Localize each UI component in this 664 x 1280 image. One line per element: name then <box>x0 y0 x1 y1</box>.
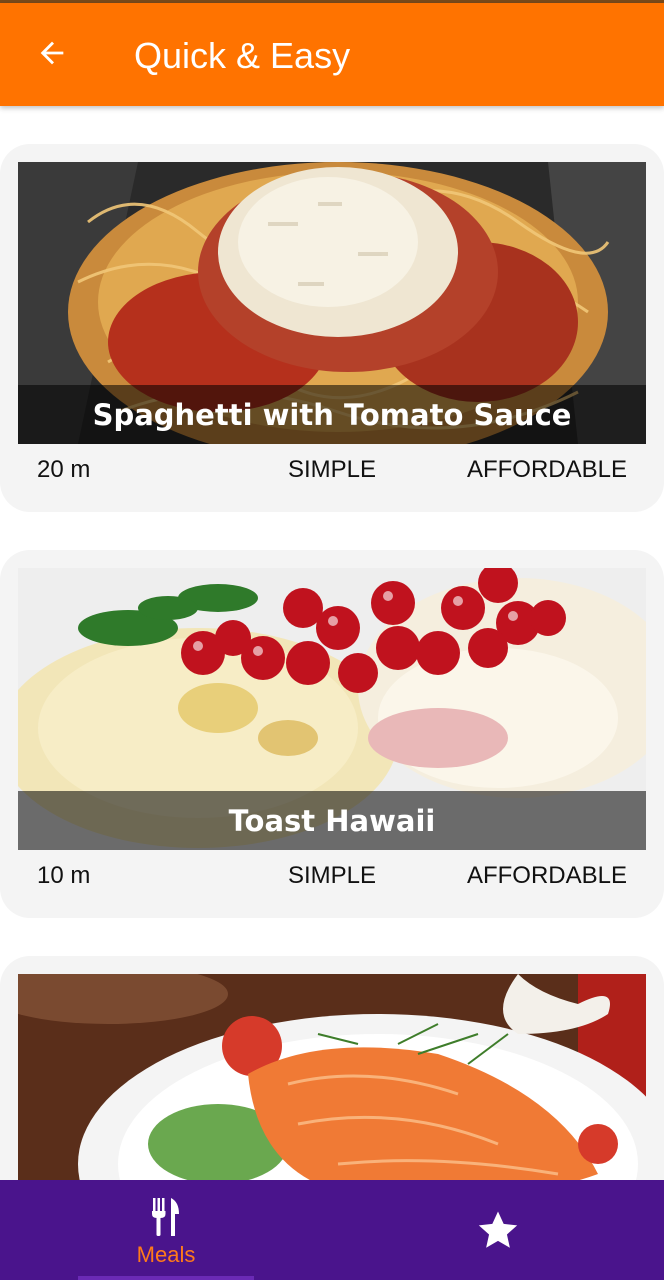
meal-meta: 20 m SIMPLE AFFORDABLE <box>0 444 664 498</box>
app-bar: Quick & Easy <box>0 3 664 106</box>
meal-title-overlay: Toast Hawaii <box>18 791 646 850</box>
arrow-left-icon <box>35 36 69 75</box>
active-tab-indicator <box>78 1276 254 1280</box>
meal-affordability: AFFORDABLE <box>466 862 627 889</box>
meal-title: Toast Hawaii <box>228 803 436 838</box>
nav-item-favorites[interactable] <box>332 1180 664 1280</box>
meal-title: Spaghetti with Tomato Sauce <box>92 397 572 432</box>
meal-image: Toast Hawaii <box>18 568 646 850</box>
nav-item-meals[interactable]: Meals <box>0 1180 332 1280</box>
meal-image <box>18 974 646 1180</box>
bottom-nav: Meals <box>0 1180 664 1280</box>
star-icon <box>476 1210 520 1257</box>
fork-knife-icon <box>151 1198 181 1241</box>
meal-card-toast-hawaii[interactable]: Toast Hawaii 10 m SIMPLE AFFORDABLE <box>0 550 664 918</box>
back-button[interactable] <box>24 31 80 79</box>
meal-card-salmon[interactable] <box>0 956 664 1180</box>
page-title: Quick & Easy <box>134 35 351 76</box>
meal-image: Spaghetti with Tomato Sauce <box>18 162 646 444</box>
meal-title-overlay: Spaghetti with Tomato Sauce <box>18 385 646 444</box>
meal-list[interactable]: Spaghetti with Tomato Sauce 20 m SIMPLE … <box>0 106 664 1180</box>
meal-card-spaghetti[interactable]: Spaghetti with Tomato Sauce 20 m SIMPLE … <box>0 144 664 512</box>
meal-affordability: AFFORDABLE <box>466 456 627 483</box>
nav-label-meals: Meals <box>136 1242 196 1267</box>
meal-meta: 10 m SIMPLE AFFORDABLE <box>0 850 664 904</box>
